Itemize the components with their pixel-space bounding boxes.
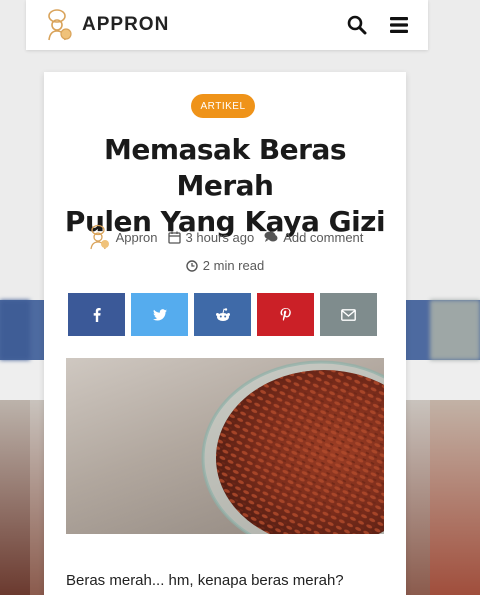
author[interactable]: Appron	[87, 224, 158, 250]
comments-icon	[264, 231, 278, 242]
article-meta: Appron 3 hours ago Add comment	[44, 224, 406, 250]
site-header: APPRON	[26, 0, 428, 50]
article-intro: Beras merah... hm, kenapa beras merah?	[66, 572, 344, 589]
article-card: ARTIKEL Memasak Beras Merah Pulen Yang K…	[44, 72, 406, 595]
article-image	[66, 358, 384, 534]
red-rice-bowl-image	[201, 360, 384, 534]
share-facebook-button[interactable]	[68, 293, 125, 336]
clock-icon	[186, 259, 198, 272]
author-avatar-icon	[89, 224, 109, 250]
share-email-button[interactable]	[320, 293, 377, 336]
share-pinterest-button[interactable]	[257, 293, 314, 336]
add-comment-label: Add comment	[283, 229, 364, 245]
author-name: Appron	[115, 229, 158, 245]
facebook-icon	[93, 307, 101, 322]
read-time: 2 min read	[44, 258, 406, 273]
add-comment-link[interactable]: Add comment	[264, 230, 363, 245]
share-twitter-button[interactable]	[131, 293, 188, 336]
background-blur	[0, 300, 30, 360]
title-line-1: Memasak Beras Merah	[103, 133, 347, 202]
email-icon	[341, 308, 356, 321]
reddit-icon	[215, 307, 230, 321]
search-icon[interactable]	[346, 14, 368, 36]
logo[interactable]: APPRON	[44, 8, 169, 42]
brand-name: APPRON	[82, 14, 170, 35]
pinterest-icon	[280, 307, 291, 321]
share-reddit-button[interactable]	[194, 293, 251, 336]
read-time-label: 2 min read	[202, 258, 265, 273]
category-badge[interactable]: ARTIKEL	[191, 94, 255, 118]
time-ago: 3 hours ago	[185, 229, 255, 245]
publish-time: 3 hours ago	[167, 229, 255, 245]
calendar-icon	[167, 231, 181, 244]
background-blur	[0, 400, 30, 595]
menu-icon[interactable]	[388, 14, 410, 36]
twitter-icon	[152, 308, 167, 321]
background-blur	[430, 400, 480, 595]
background-blur	[430, 300, 480, 360]
share-buttons	[68, 293, 377, 336]
chef-logo-icon	[48, 9, 72, 41]
